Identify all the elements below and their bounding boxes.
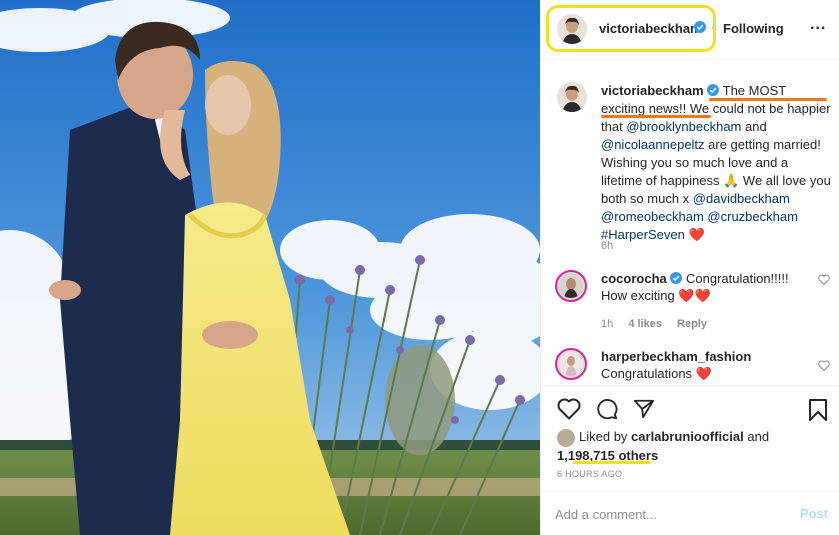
- hashtag-harperseven[interactable]: #HarperSeven: [601, 227, 685, 242]
- engagement-photo: [0, 0, 540, 535]
- post-side-panel: victoriabeckham • Following ... victoria…: [540, 0, 839, 535]
- highlight-annotation-username: [546, 5, 716, 52]
- mention-romeobeckham[interactable]: @romeobeckham: [601, 209, 704, 224]
- post-actions: Liked by carlabrunioofficial and 1,198,7…: [541, 385, 839, 535]
- caption-part2: and: [741, 119, 767, 134]
- comment-meta: 1h 4 likes Reply: [601, 318, 719, 330]
- underline-annotation: [573, 461, 651, 464]
- caption-author-avatar[interactable]: [557, 82, 587, 112]
- heart-icon[interactable]: [557, 398, 581, 420]
- likes-prefix: Liked by: [579, 429, 628, 444]
- comment-emoji: ❤️❤️: [678, 288, 711, 303]
- verified-badge-icon: [670, 272, 683, 284]
- instagram-post: victoriabeckham • Following ... victoria…: [0, 0, 839, 535]
- mention-brooklynbeckham[interactable]: @brooklynbeckham: [626, 119, 741, 134]
- liker-username[interactable]: carlabrunioofficial: [631, 429, 744, 444]
- caption-text: victoriabeckham The MOST exciting news!!…: [601, 82, 832, 244]
- liker-avatar[interactable]: [557, 428, 575, 447]
- heart-emoji: ❤️: [688, 227, 705, 242]
- post-comment-button[interactable]: Post: [800, 506, 828, 521]
- comment-reply-button[interactable]: Reply: [677, 318, 707, 330]
- action-icons: [557, 398, 666, 423]
- post-timestamp[interactable]: 6 HOURS AGO: [557, 469, 622, 479]
- commenter-avatar[interactable]: [555, 270, 587, 302]
- add-comment-input[interactable]: [555, 504, 775, 524]
- mention-cruzbeckham[interactable]: @cruzbeckham: [707, 209, 798, 224]
- bookmark-icon[interactable]: [808, 398, 828, 425]
- likes-and: and: [747, 429, 770, 444]
- comment-like-icon[interactable]: [818, 274, 830, 288]
- comment-emoji: ❤️: [695, 366, 712, 381]
- comment-username[interactable]: harperbeckham_fashion: [601, 349, 751, 364]
- verified-badge-icon: [707, 84, 720, 96]
- comment-username[interactable]: cocorocha: [601, 271, 667, 286]
- post-photo[interactable]: [0, 0, 540, 535]
- commenter-avatar[interactable]: [555, 348, 587, 380]
- post-header: victoriabeckham • Following ...: [541, 0, 839, 60]
- comment-text: cocorocha Congratulation!!!!! How exciti…: [601, 270, 801, 304]
- comment-like-icon[interactable]: [818, 360, 830, 374]
- comment-text: harperbeckham_fashion Congratulations ❤️: [601, 348, 801, 382]
- likes-summary: Liked by carlabrunioofficial and 1,198,7…: [557, 428, 827, 464]
- underline-annotation: [709, 98, 827, 101]
- more-options-icon[interactable]: ...: [810, 17, 826, 33]
- comment-icon[interactable]: [595, 398, 619, 420]
- share-icon[interactable]: [632, 398, 656, 420]
- mention-davidbeckham[interactable]: @davidbeckham: [693, 191, 790, 206]
- add-comment-bar: Post: [541, 491, 839, 535]
- comment-body: Congratulations: [601, 366, 693, 381]
- caption-time[interactable]: 6h: [601, 240, 613, 252]
- comment-likes[interactable]: 4 likes: [628, 318, 662, 330]
- following-button[interactable]: Following: [723, 21, 784, 36]
- comment-time[interactable]: 1h: [601, 318, 613, 330]
- underline-annotation: [601, 115, 711, 118]
- mention-nicolaannepeltz[interactable]: @nicolaannepeltz: [601, 137, 705, 152]
- caption-author[interactable]: victoriabeckham: [601, 83, 704, 98]
